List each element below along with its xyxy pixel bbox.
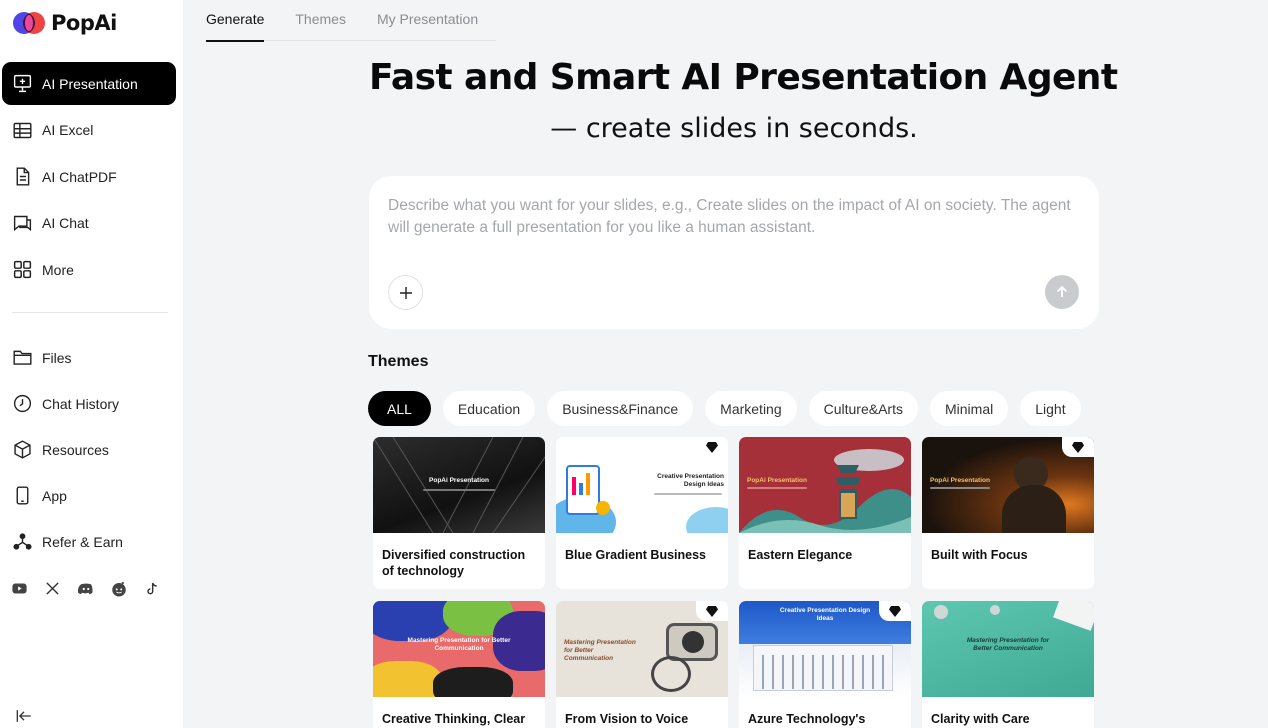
chip-all[interactable]: ALL <box>368 391 431 426</box>
theme-card[interactable]: Mastering Presentation for Better Commun… <box>373 601 545 728</box>
sidebar-item-app[interactable]: App <box>2 474 176 517</box>
document-icon <box>16 167 30 186</box>
add-attachment-button[interactable] <box>388 275 423 310</box>
sidebar-item-resources[interactable]: Resources <box>2 428 176 471</box>
theme-card-title: Built with Focus <box>931 548 1028 562</box>
social-links <box>9 578 162 599</box>
sidebar-divider <box>12 312 168 313</box>
theme-card-title: Blue Gradient Business <box>565 548 707 562</box>
sidebar-item-files[interactable]: Files <box>2 336 176 379</box>
sidebar-item-more[interactable]: More <box>2 248 176 291</box>
theme-card[interactable]: PopAi Presentation Diversified construct… <box>373 437 545 589</box>
plus-icon <box>399 286 412 299</box>
secondary-nav: Files Chat History Resources App Refer &… <box>2 336 176 566</box>
tab-generate[interactable]: Generate <box>206 0 265 42</box>
prompt-input[interactable] <box>388 195 1078 255</box>
sidebar-item-label: Chat History <box>42 395 120 412</box>
theme-thumbnail: Mastering Presentation for Better Commun… <box>373 601 545 697</box>
chip-culture-arts[interactable]: Culture&Arts <box>808 391 918 426</box>
theme-card-title: From Vision to Voice <box>565 712 689 726</box>
theme-card[interactable]: PopAi Presentation Eastern Elegance <box>739 437 911 589</box>
theme-card[interactable]: Mastering Presentation for Better Commun… <box>556 601 728 728</box>
presentation-icon <box>13 74 32 93</box>
tiktok-icon[interactable] <box>141 578 162 599</box>
chat-icon <box>13 215 32 231</box>
grid-icon <box>13 260 32 279</box>
thumbnail-caption: PopAi Presentation <box>930 477 990 484</box>
collapse-sidebar-icon[interactable] <box>14 706 34 726</box>
sidebar-item-label: More <box>42 261 74 278</box>
folder-icon <box>13 350 32 365</box>
thumbnail-caption: PopAi Presentation <box>429 477 489 484</box>
chip-minimal[interactable]: Minimal <box>929 391 1009 426</box>
phone-icon <box>16 486 29 505</box>
primary-nav: AI Presentation AI Excel AI ChatPDF AI C… <box>2 62 176 295</box>
thumbnail-caption: Mastering Presentation for Better Commun… <box>966 637 1050 652</box>
sidebar: PopAi AI Presentation AI Excel AI ChatPD… <box>0 0 183 728</box>
page-subtitle: — create slides in seconds. <box>550 113 918 144</box>
thumbnail-caption: Mastering Presentation for Better Commun… <box>407 637 511 652</box>
theme-card-title: Creative Thinking, Clear <box>382 712 526 726</box>
theme-thumbnail: Mastering Presentation for Better Commun… <box>922 601 1094 697</box>
cube-icon <box>14 440 31 459</box>
thumbnail-caption: PopAi Presentation <box>747 477 807 484</box>
sidebar-item-ai-excel[interactable]: AI Excel <box>2 109 176 152</box>
theme-cards-grid: PopAi Presentation Diversified construct… <box>373 437 1095 728</box>
send-button[interactable] <box>1045 275 1079 309</box>
sidebar-item-label: App <box>42 487 67 504</box>
sidebar-item-chat-history[interactable]: Chat History <box>2 382 176 425</box>
chip-light[interactable]: Light <box>1020 391 1081 426</box>
thumbnail-caption: Mastering Presentation for Better Commun… <box>564 639 636 662</box>
page-title: Fast and Smart AI Presentation Agent <box>369 57 1118 98</box>
sidebar-item-label: AI ChatPDF <box>42 168 117 185</box>
chip-business-finance[interactable]: Business&Finance <box>547 391 694 426</box>
theme-card-title: Eastern Elegance <box>748 548 853 562</box>
table-icon <box>13 122 32 138</box>
thumbnail-caption: Creative Presentation Design Ideas <box>657 473 724 488</box>
popai-logo[interactable]: PopAi <box>13 9 117 37</box>
premium-diamond-icon <box>1062 437 1094 457</box>
discord-icon[interactable] <box>75 578 96 599</box>
brand-name: PopAi <box>51 11 117 35</box>
theme-card-title: Clarity with Care <box>931 712 1030 726</box>
share-icon <box>13 533 32 550</box>
tab-my-presentation[interactable]: My Presentation <box>377 0 478 41</box>
premium-diamond-icon <box>696 437 728 457</box>
theme-card[interactable]: Creative Presentation Design Ideas Azure… <box>739 601 911 728</box>
reddit-icon[interactable] <box>108 578 129 599</box>
sidebar-item-label: Files <box>42 349 72 366</box>
sidebar-item-ai-presentation[interactable]: AI Presentation <box>2 62 176 105</box>
youtube-icon[interactable] <box>9 578 30 599</box>
sidebar-item-ai-chat[interactable]: AI Chat <box>2 202 176 245</box>
theme-filter-chips: ALL Education Business&Finance Marketing… <box>368 391 1099 427</box>
premium-diamond-icon <box>879 601 911 621</box>
sidebar-item-label: Resources <box>42 441 109 458</box>
x-icon[interactable] <box>42 578 63 599</box>
sidebar-item-label: AI Presentation <box>42 75 138 92</box>
chip-marketing[interactable]: Marketing <box>705 391 797 426</box>
arrow-up-icon <box>1056 285 1068 297</box>
theme-thumbnail: PopAi Presentation <box>373 437 545 533</box>
theme-card-title: Diversified construction of technology <box>382 548 526 578</box>
sidebar-item-label: AI Excel <box>42 122 94 138</box>
chip-education[interactable]: Education <box>442 391 536 426</box>
theme-card-title: Azure Technology's <box>748 712 866 726</box>
sidebar-item-label: Refer & Earn <box>42 533 123 550</box>
themes-heading: Themes <box>368 353 429 370</box>
sidebar-item-label: AI Chat <box>42 215 89 231</box>
sidebar-item-ai-chatpdf[interactable]: AI ChatPDF <box>2 155 176 198</box>
tab-themes[interactable]: Themes <box>295 0 346 41</box>
clock-icon <box>13 394 32 413</box>
prompt-box <box>369 176 1099 329</box>
theme-card[interactable]: Creative Presentation Design Ideas Blue … <box>556 437 728 589</box>
theme-card[interactable]: PopAi Presentation Built with Focus <box>922 437 1094 589</box>
top-tabs: Generate Themes My Presentation <box>206 0 496 42</box>
thumbnail-caption: Creative Presentation Design Ideas <box>779 607 871 622</box>
theme-card[interactable]: Mastering Presentation for Better Commun… <box>922 601 1094 728</box>
sidebar-item-refer-earn[interactable]: Refer & Earn <box>2 520 176 563</box>
theme-thumbnail: PopAi Presentation <box>739 437 911 533</box>
premium-diamond-icon <box>696 601 728 621</box>
popai-logo-icon <box>13 10 47 36</box>
